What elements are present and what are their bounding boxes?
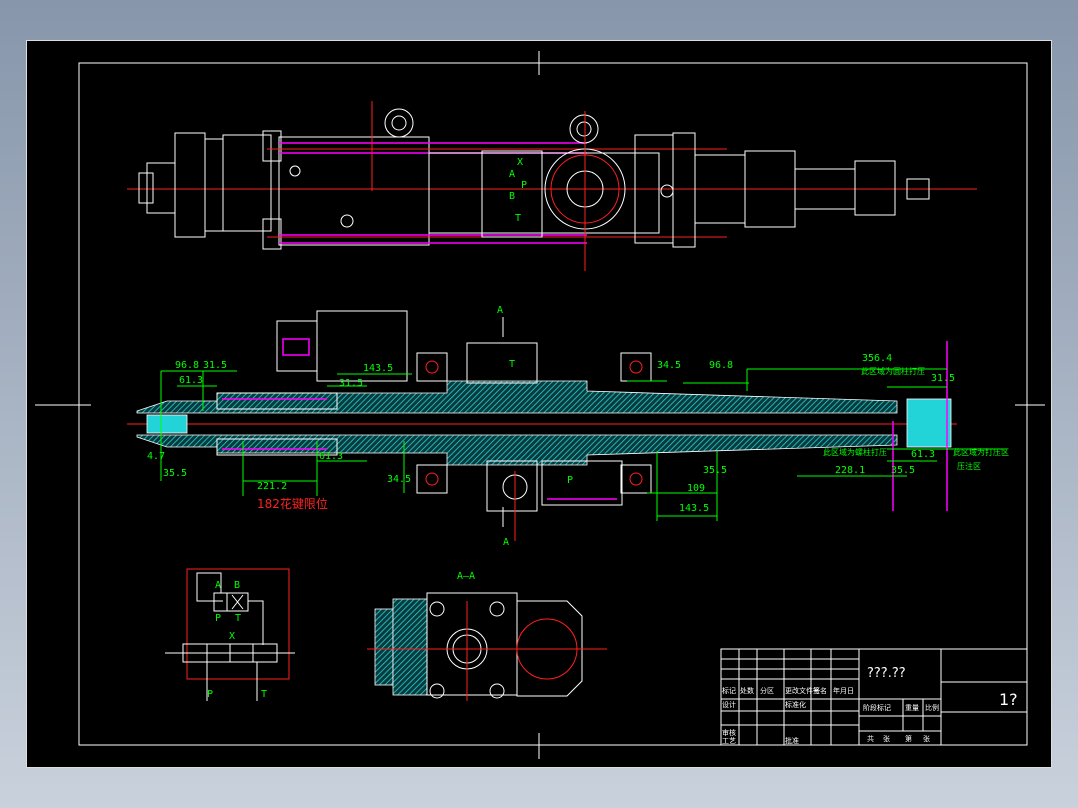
label-design: 设计 bbox=[722, 700, 736, 709]
schematic-port-p: P bbox=[207, 689, 213, 700]
port-label-a: A bbox=[509, 169, 515, 180]
dim-35-5: 35.5 bbox=[163, 468, 187, 479]
header-date: 年月日 bbox=[833, 686, 854, 695]
drawing-number: 1? bbox=[999, 690, 1018, 709]
port-label-t: T bbox=[515, 213, 521, 224]
dim-34-5r: 34.5 bbox=[657, 360, 681, 371]
dim-61-3b: 61.3 bbox=[319, 451, 343, 462]
port-label-p: P bbox=[567, 475, 573, 486]
header-mark: 标记 bbox=[722, 686, 736, 695]
dim-34-5: 34.5 bbox=[387, 474, 411, 485]
port-label-p: P bbox=[521, 180, 527, 191]
label-sheets: 张 bbox=[883, 734, 890, 743]
note-press-zone: 此区域为打压区 bbox=[953, 447, 1009, 457]
port-label-x: X bbox=[517, 157, 523, 168]
dim-35-5r2: 35.5 bbox=[891, 465, 915, 476]
label-standard: 标准化 bbox=[785, 700, 806, 709]
label-sheet: 张 bbox=[923, 734, 930, 743]
dim-221-2: 221.2 bbox=[257, 481, 287, 492]
label-weight: 重量 bbox=[905, 704, 919, 712]
port-label-t: T bbox=[509, 359, 515, 370]
dim-35-5r: 35.5 bbox=[703, 465, 727, 476]
dim-143-5: 143.5 bbox=[363, 363, 393, 374]
section-mark-top: A bbox=[497, 305, 503, 316]
label-sheet-no: 第 bbox=[905, 734, 912, 743]
dim-143-5r: 143.5 bbox=[679, 503, 709, 514]
dim-96-8r: 96.8 bbox=[709, 360, 733, 371]
note-injection-zone: 压注区 bbox=[957, 461, 981, 471]
dim-109: 109 bbox=[687, 483, 705, 494]
schematic-label-x: X bbox=[229, 631, 235, 642]
title-block: ???.?? 1? 标记 处数 分区 更改文件号 签名 年月日 设计 标准化 审… bbox=[720, 648, 1028, 746]
top-view: X A P B T bbox=[127, 101, 977, 271]
schematic-label-t: T bbox=[235, 613, 241, 624]
section-aa-title: A—A bbox=[457, 571, 475, 582]
port-label-b: B bbox=[509, 191, 515, 202]
note-stud-press: 此区域为螺柱打压 bbox=[823, 447, 887, 457]
schematic-port-t: T bbox=[261, 689, 267, 700]
drawing-canvas[interactable]: X A P B T A A T P 96.8 31.5 61.3 4.7 35.… bbox=[26, 40, 1052, 768]
dim-61-3: 61.3 bbox=[179, 375, 203, 386]
label-scale: 比例 bbox=[925, 703, 939, 712]
note-cylinder-press: 此区域为圆柱打压 bbox=[861, 366, 925, 376]
header-signature: 签名 bbox=[813, 686, 827, 695]
dim-31-5: 31.5 bbox=[203, 360, 227, 371]
dim-31-5r: 31.5 bbox=[931, 373, 955, 384]
label-total: 共 bbox=[867, 734, 874, 743]
header-count: 处数 bbox=[740, 686, 754, 695]
label-approve: 批准 bbox=[785, 736, 799, 745]
section-view: A A T P 96.8 31.5 61.3 4.7 35.5 143.5 31… bbox=[127, 305, 1009, 548]
label-review: 审核 bbox=[722, 728, 736, 737]
label-stage: 阶段标记 bbox=[863, 703, 891, 712]
drawing-name: ???.?? bbox=[867, 666, 906, 681]
schematic-label-a: A bbox=[215, 580, 221, 591]
schematic-label-p: P bbox=[215, 613, 221, 624]
dim-61-3r: 61.3 bbox=[911, 449, 935, 460]
dim-96-8: 96.8 bbox=[175, 360, 199, 371]
dim-31-5b: 31.5 bbox=[339, 378, 363, 389]
spline-limit-note: 182花键限位 bbox=[257, 496, 328, 511]
cad-drawing: X A P B T A A T P 96.8 31.5 61.3 4.7 35.… bbox=[35, 51, 1045, 759]
section-aa-view: A—A bbox=[367, 571, 607, 701]
schematic-label-b: B bbox=[234, 580, 240, 591]
hydraulic-schematic: A B P T X P T bbox=[165, 568, 295, 701]
label-process: 工艺 bbox=[722, 737, 736, 745]
dim-356-4: 356.4 bbox=[862, 353, 892, 364]
header-zone: 分区 bbox=[760, 686, 774, 695]
section-mark-bottom: A bbox=[503, 537, 509, 548]
dim-4-7: 4.7 bbox=[147, 451, 165, 462]
dim-228-1: 228.1 bbox=[835, 465, 865, 476]
